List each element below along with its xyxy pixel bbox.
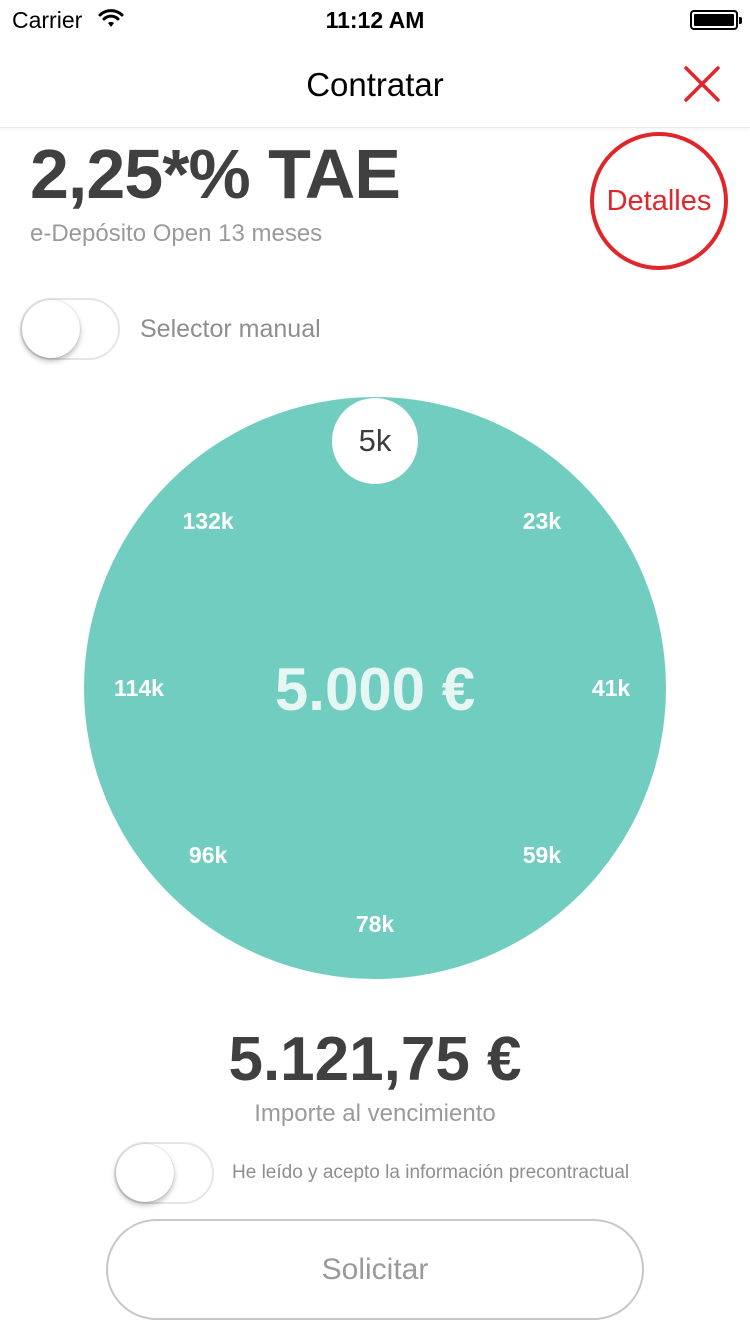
close-button[interactable] bbox=[676, 58, 728, 110]
terms-label: He leído y acepto la información precont… bbox=[232, 1162, 630, 1183]
terms-toggle[interactable] bbox=[114, 1142, 214, 1204]
status-bar: Carrier 11:12 AM bbox=[0, 0, 750, 40]
manual-selector-label: Selector manual bbox=[140, 315, 321, 343]
page-title: Contratar bbox=[306, 66, 444, 103]
product-name: e-Depósito Open 13 meses bbox=[30, 220, 323, 247]
close-x-icon bbox=[684, 66, 720, 102]
navigation-bar: Contratar bbox=[0, 40, 750, 128]
submit-button[interactable]: Solicitar bbox=[106, 1219, 644, 1320]
status-time: 11:12 AM bbox=[325, 7, 425, 33]
dial-mark-132k[interactable]: 132k bbox=[163, 507, 253, 535]
dial-handle[interactable]: 5k bbox=[332, 398, 418, 484]
dial-mark-78k[interactable]: 78k bbox=[330, 910, 420, 938]
interest-rate: 2,25*% TAE bbox=[30, 135, 401, 213]
dial-mark-59k[interactable]: 59k bbox=[497, 841, 587, 869]
dial-mark-41k[interactable]: 41k bbox=[566, 674, 656, 702]
details-button[interactable]: Detalles bbox=[590, 132, 728, 270]
dial-mark-96k[interactable]: 96k bbox=[163, 841, 253, 869]
battery-icon bbox=[690, 10, 742, 30]
toggle-knob bbox=[116, 1144, 174, 1202]
manual-selector-toggle[interactable] bbox=[20, 298, 120, 360]
dial-mark-114k[interactable]: 114k bbox=[94, 674, 184, 702]
maturity-label: Importe al vencimiento bbox=[254, 1100, 496, 1127]
toggle-knob bbox=[22, 300, 80, 358]
amount-dial[interactable]: 5k 5.000 € 23k 41k 59k 78k 96k 114k 132k bbox=[84, 397, 666, 979]
dial-mark-23k[interactable]: 23k bbox=[497, 507, 587, 535]
maturity-amount: 5.121,75 € bbox=[228, 1025, 522, 1094]
